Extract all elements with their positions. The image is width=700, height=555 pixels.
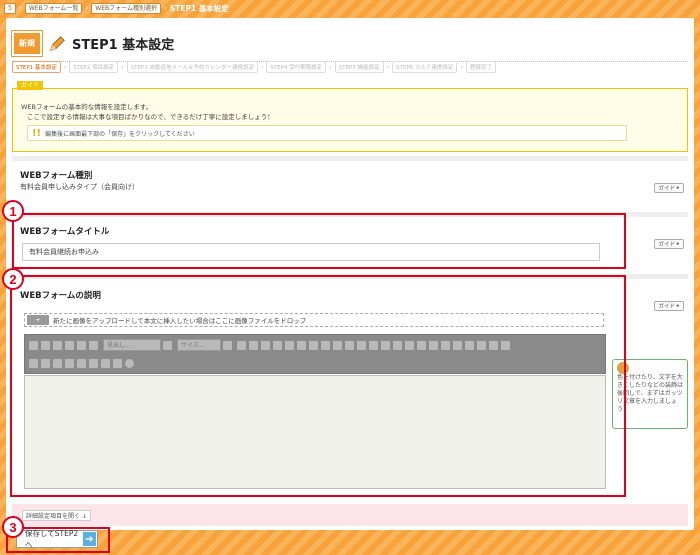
breadcrumb-link-form-type[interactable]: WEBフォーム種別選択 (91, 2, 161, 14)
annotation-number-3: 3 (2, 516, 24, 538)
guide-note: !! 編集後に画面最下部の「保存」をクリックしてください (27, 125, 627, 141)
breadcrumb-separator: › (163, 4, 167, 12)
detail-settings-bar: 詳細設定項目を開く ↓ (12, 504, 688, 526)
step-3: STEP3 自動返信メール＆予約カレンダー連携設定 (126, 61, 258, 73)
guide-button-label: ガイド (658, 242, 675, 248)
step-2: STEP2 項目設定 (69, 61, 119, 73)
guide-text-2: ここで設定する情報は大事な項目ばかりなので、できるだけ丁寧に設定しましょう！ (27, 113, 274, 121)
step-5: STEP5 機能設定 (334, 61, 384, 73)
step-arrow-icon: › (121, 63, 124, 71)
annotation-box-2 (10, 275, 626, 497)
guide-button[interactable]: ガイド ▸ (654, 183, 684, 193)
guide-button-label: ガイド (658, 304, 675, 310)
home-icon[interactable]: 5 (4, 2, 16, 14)
page-header: 新規 STEP1 基本設定 (11, 26, 688, 62)
annotation-number-1: 1 (2, 200, 24, 222)
annotation-number-2: 2 (2, 268, 24, 290)
guide-text-1: WEBフォームの基本的な情報を設定します。 (21, 103, 153, 111)
form-type-title: WEBフォーム種別 (20, 171, 93, 181)
tip-text: 色を付けたり、文字を大きくしたりなどの装飾は後回しで、まずはガッツリ文章を入力し… (617, 374, 684, 413)
detail-link-label: 詳細設定項目を開く (26, 513, 81, 520)
section-form-type: WEBフォーム種別 有料会員申し込みタイプ（会員向け） ガイド ▸ (12, 156, 688, 206)
page-title: STEP1 基本設定 (72, 38, 175, 53)
step-arrow-icon: › (261, 63, 264, 71)
guide-note-text: 編集後に画面最下部の「保存」をクリックしてください (45, 130, 195, 138)
step-arrow-icon: › (460, 63, 463, 71)
guide-tag: ガイド (17, 81, 44, 90)
guide-button[interactable]: ガイド ▸ (654, 239, 684, 249)
breadcrumb-separator: › (19, 4, 22, 12)
step-arrow-icon: › (63, 63, 67, 71)
step-arrow-icon: › (329, 63, 332, 71)
breadcrumb: 5 › WEBフォーム一覧 › WEBフォーム種別選択 › STEP1 基本設定 (0, 0, 700, 16)
guide-button-label: ガイド (658, 186, 675, 192)
new-badge: 新規 (11, 30, 43, 57)
guide-box: ガイド WEBフォームの基本的な情報を設定します。 ここで設定する情報は大事な項… (12, 81, 688, 152)
step-navigation: STEP1 基本設定 › STEP2 項目設定 › STEP3 自動返信メール＆… (12, 61, 496, 73)
breadcrumb-separator: › (85, 4, 89, 12)
pencil-icon (49, 35, 65, 51)
open-detail-settings-link[interactable]: 詳細設定項目を開く ↓ (22, 510, 91, 521)
breadcrumb-current: STEP1 基本設定 (169, 3, 229, 13)
exclamation-icon: !! (32, 127, 42, 139)
step-complete: 登録完了 (465, 61, 496, 73)
step-arrow-icon: › (386, 63, 389, 71)
step-4: STEP4 受付期限設定 (266, 61, 327, 73)
breadcrumb-link-form-list[interactable]: WEBフォーム一覧 (24, 2, 83, 14)
annotation-box-1 (12, 213, 626, 269)
guide-button[interactable]: ガイド ▸ (654, 301, 684, 311)
step-1: STEP1 基本設定 (12, 61, 61, 73)
step-6: STEP6 カルテ連携設定 (392, 61, 458, 73)
form-type-value: 有料会員申し込みタイプ（会員向け） (20, 183, 139, 191)
